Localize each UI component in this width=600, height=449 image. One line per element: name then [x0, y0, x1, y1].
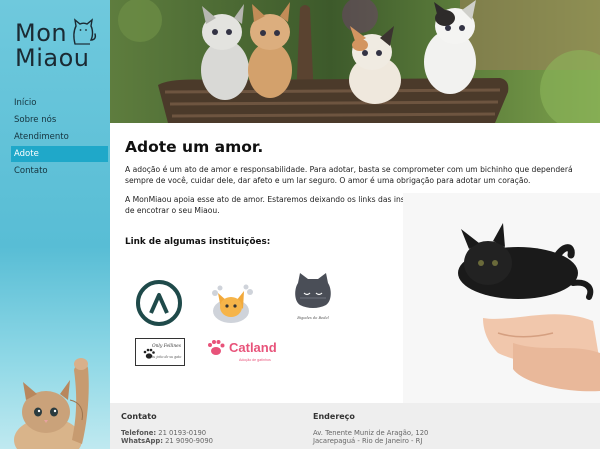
- phone-value[interactable]: 21 0193-0190: [158, 429, 206, 437]
- cat-paws-icon: [212, 284, 253, 323]
- brand-line2: Miaou: [15, 44, 90, 72]
- brand-line1: Mon: [15, 19, 68, 47]
- address-line-1: Av. Tenente Muniz de Aragão, 120: [313, 429, 429, 437]
- nav-item-sobre-nos[interactable]: Sobre nós: [11, 112, 108, 128]
- cat-face-icon: [295, 273, 331, 308]
- phone-line: Telefone: 21 0193-0190: [121, 429, 206, 437]
- whatsapp-line: WhatsApp: 21 9090-9090: [121, 437, 213, 445]
- footer: Contato Telefone: 21 0193-0190 WhatsApp:…: [110, 403, 600, 449]
- nav-item-atendimento[interactable]: Atendimento: [11, 129, 108, 145]
- phone-label: Telefone:: [121, 429, 157, 437]
- nav-item-inicio[interactable]: Início: [11, 95, 108, 111]
- institution-4-caption: tu jeito de su gato: [152, 355, 182, 359]
- institutions-heading: Link de algumas instituições:: [125, 237, 271, 247]
- kittens-basket-photo: [110, 0, 600, 123]
- black-kitten-hand-photo: [403, 193, 600, 403]
- institution-logo-5[interactable]: Catland Adoção de gatinhos: [206, 337, 286, 369]
- delta-circle-icon: [136, 280, 182, 326]
- institution-logo-2[interactable]: [208, 281, 254, 325]
- address-line-2: Jacarepaguá - Rio de Janeiro - RJ: [313, 437, 423, 445]
- intro-paragraph: A adoção é um ato de amor e responsabili…: [125, 165, 573, 185]
- nav-item-adote[interactable]: Adote: [11, 146, 108, 162]
- cat-outline-icon: [73, 18, 97, 45]
- main-content: Adote um amor. A adoção é um ato de amor…: [110, 123, 600, 403]
- whatsapp-label: WhatsApp:: [121, 437, 163, 445]
- institution-4-name: Only Fellines: [152, 344, 182, 349]
- contact-heading: Contato: [121, 412, 157, 421]
- institution-5-caption: Adoção de gatinhos: [239, 358, 271, 362]
- page-title: Adote um amor.: [125, 138, 264, 156]
- institution-logo-4[interactable]: Only Fellines tu jeito de su gato: [135, 338, 185, 366]
- institution-logo-3[interactable]: Bigodes do Bedel: [292, 271, 334, 320]
- main-nav: Início Sobre nós Atendimento Adote Conta…: [11, 95, 108, 180]
- brand-logo[interactable]: Mon Miaou: [15, 18, 97, 78]
- nav-item-contato[interactable]: Contato: [11, 163, 108, 179]
- waving-kitten-image: [14, 358, 89, 449]
- institution-logo-1[interactable]: [134, 278, 184, 328]
- institution-5-name: Catland: [229, 340, 277, 355]
- institution-3-caption: Bigodes do Bedel: [297, 316, 329, 320]
- address-heading: Endereço: [313, 412, 355, 421]
- paw-heart-icon: [208, 340, 225, 355]
- sidebar: Mon Miaou Início Sobre nós Atendimento A…: [0, 0, 110, 449]
- hero-banner: [110, 0, 600, 123]
- whatsapp-value[interactable]: 21 9090-9090: [165, 437, 213, 445]
